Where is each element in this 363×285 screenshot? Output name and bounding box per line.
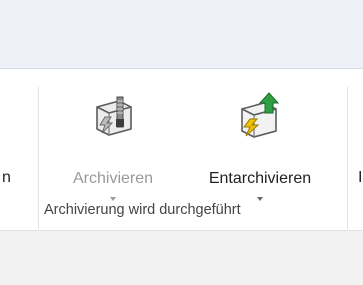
group-divider-right	[347, 87, 348, 229]
unarchive-icon	[241, 92, 280, 138]
group-divider-left	[38, 87, 39, 229]
unarchive-button[interactable]: Entarchivieren	[178, 87, 342, 205]
ribbon-group-label: Archivierung wird durchgeführt	[44, 202, 241, 218]
archive-button-label: Archivieren	[72, 170, 154, 187]
archive-button[interactable]: Archivieren	[50, 87, 176, 205]
unarchive-button-label: Entarchivieren	[208, 170, 312, 187]
archive-dropdown-caret[interactable]	[110, 197, 116, 201]
archive-box-icon	[96, 96, 132, 136]
unarchive-dropdown-caret[interactable]	[257, 197, 263, 201]
title-bar-area	[0, 0, 363, 69]
ribbon-panel: n Archivieren Entarchivieren Archivierun…	[0, 69, 363, 230]
content-area-top	[0, 230, 363, 285]
clipped-ribbon-label-left[interactable]: n	[2, 169, 11, 187]
clipped-ribbon-label-right[interactable]: I	[358, 169, 362, 187]
